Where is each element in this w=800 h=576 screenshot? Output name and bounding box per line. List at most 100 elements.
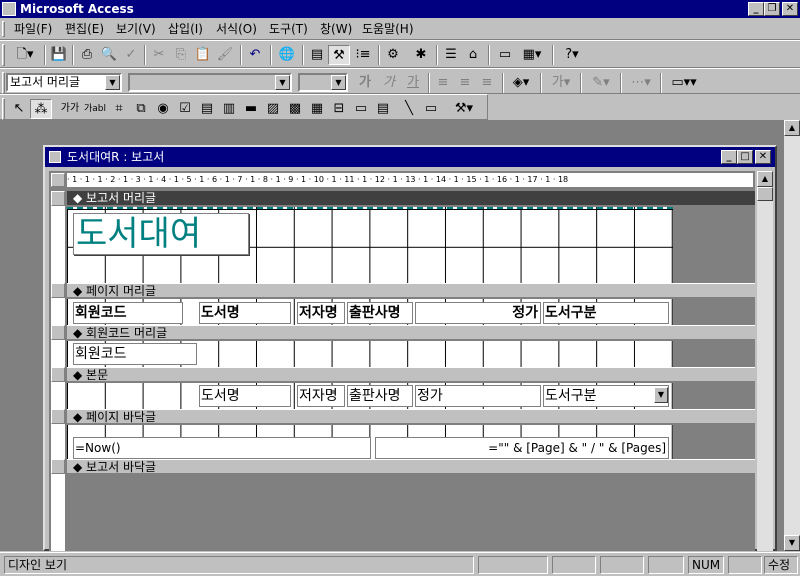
new-object-icon[interactable]: ▦▾	[516, 45, 548, 65]
header-label-member-code[interactable]: 회원코드	[73, 302, 183, 324]
tab-control-icon[interactable]: ▭	[350, 99, 372, 119]
report-vertical-scrollbar[interactable]: ▲	[757, 171, 773, 551]
section-selector[interactable]	[51, 191, 65, 206]
scroll-up-icon[interactable]: ▲	[784, 120, 800, 136]
menu-format[interactable]: 서식(O)	[214, 21, 259, 37]
line-icon[interactable]: ╲	[398, 99, 420, 119]
view-icon[interactable]: 🗋▾	[8, 45, 42, 65]
spelling-icon[interactable]: ✓	[120, 45, 142, 65]
font-color-icon[interactable]: 가▾	[546, 73, 576, 93]
combo-box-icon[interactable]: ▤	[196, 99, 218, 119]
chevron-down-icon[interactable]: ▼	[331, 75, 346, 90]
select-objects-icon[interactable]: ↖	[8, 99, 30, 119]
textbox-tool[interactable]: 가abl	[82, 99, 108, 119]
cut-icon[interactable]: ✂	[148, 45, 170, 65]
rectangle-icon[interactable]: ▭	[420, 99, 442, 119]
doc-close-icon[interactable]: ✕	[755, 150, 771, 164]
help-icon[interactable]: ?▾	[556, 45, 588, 65]
doc-maximize-icon[interactable]: □	[737, 150, 753, 164]
subform-icon[interactable]: ▤	[372, 99, 394, 119]
toolbar-grip[interactable]	[2, 98, 5, 120]
menu-tools[interactable]: 도구(T)	[267, 21, 310, 37]
header-label-book-name[interactable]: 도서명	[199, 302, 291, 324]
doc-minimize-icon[interactable]: _	[721, 150, 737, 164]
detail-field-book-name[interactable]: 도서명	[199, 385, 291, 407]
horizontal-ruler[interactable]: · 1 · 1 · 1 · 2 · 1 · 3 · 1 · 4 · 1 · 5 …	[67, 173, 753, 187]
toggle-button-icon[interactable]: ⧉	[130, 99, 152, 119]
properties-icon[interactable]: ☰	[440, 45, 462, 65]
object-combo[interactable]: 보고서 머리글 ▼	[6, 73, 122, 92]
option-group-icon[interactable]: ⌗	[108, 99, 130, 119]
bound-object-icon[interactable]: ▦	[306, 99, 328, 119]
format-painter-icon[interactable]: 🖌	[214, 45, 236, 65]
toolbox-icon[interactable]: ⚒	[328, 45, 350, 65]
chevron-down-icon[interactable]: ▼	[275, 75, 290, 90]
print-icon[interactable]: ⎙	[76, 45, 98, 65]
align-center-icon[interactable]: ≡	[454, 73, 476, 93]
section-selector[interactable]	[51, 325, 65, 340]
section-page-footer[interactable]: ◆ 페이지 바닥글	[67, 409, 755, 424]
line-color-icon[interactable]: ✎▾	[586, 73, 616, 93]
align-left-icon[interactable]: ≡	[432, 73, 454, 93]
scroll-thumb[interactable]	[757, 187, 773, 201]
menu-grip[interactable]	[2, 21, 5, 37]
header-label-publisher[interactable]: 출판사명	[347, 302, 413, 324]
chevron-down-icon[interactable]: ▼	[654, 387, 668, 403]
page-break-icon[interactable]: ⊟	[328, 99, 350, 119]
footer-page-field[interactable]: ="" & [Page] & " / " & [Pages]	[375, 437, 669, 459]
footer-now-field[interactable]: =Now()	[73, 437, 371, 459]
font-combo[interactable]: ▼	[128, 73, 292, 92]
header-label-price[interactable]: 정가	[415, 302, 541, 324]
unbound-object-icon[interactable]: ▩	[284, 99, 306, 119]
option-button-icon[interactable]: ◉	[152, 99, 174, 119]
menu-help[interactable]: 도움말(H)	[360, 21, 416, 37]
align-right-icon[interactable]: ≡	[476, 73, 498, 93]
autoformat-icon[interactable]: ⚙	[382, 45, 404, 65]
print-preview-icon[interactable]: 🔍	[98, 45, 120, 65]
report-selector[interactable]	[51, 173, 65, 187]
section-selector[interactable]	[51, 409, 65, 424]
section-selector[interactable]	[51, 283, 65, 298]
font-size-combo[interactable]: ▼	[298, 73, 348, 92]
close-icon[interactable]: ✕	[782, 2, 798, 16]
sorting-grouping-icon[interactable]: ⁝≡	[352, 45, 374, 65]
image-icon[interactable]: ▨	[262, 99, 284, 119]
scroll-down-icon[interactable]: ▼	[784, 535, 800, 551]
paste-icon[interactable]: 📋	[192, 45, 214, 65]
header-label-book-type[interactable]: 도서구분	[543, 302, 669, 324]
check-box-icon[interactable]: ☑	[174, 99, 196, 119]
more-controls-icon[interactable]: ⚒▾	[444, 99, 484, 119]
special-effect-icon[interactable]: ▭▾▾	[664, 73, 704, 93]
database-window-icon[interactable]: ▭	[494, 45, 516, 65]
bold-button[interactable]: 가	[354, 73, 376, 93]
menu-view[interactable]: 보기(V)	[114, 21, 158, 37]
control-wizards-icon[interactable]: ⁂	[30, 99, 52, 119]
section-selector[interactable]	[51, 459, 65, 474]
underline-button[interactable]: 가	[402, 73, 424, 93]
italic-button[interactable]: 가	[378, 73, 400, 93]
section-report-header[interactable]: ◆ 보고서 머리글	[67, 191, 755, 206]
header-label-author[interactable]: 저자명	[297, 302, 345, 324]
detail-field-book-type[interactable]: 도서구분 ▼	[543, 385, 669, 407]
section-page-header[interactable]: ◆ 페이지 머리글	[67, 283, 755, 298]
detail-field-publisher[interactable]: 출판사명	[347, 385, 413, 407]
command-button-icon[interactable]: ▬	[240, 99, 262, 119]
chevron-down-icon[interactable]: ▼	[105, 75, 120, 90]
code-icon[interactable]: ✱	[410, 45, 432, 65]
group-member-code-field[interactable]: 회원코드	[73, 343, 197, 365]
save-icon[interactable]: 💾	[48, 45, 70, 65]
label-tool[interactable]: 가가	[58, 99, 82, 119]
menu-edit[interactable]: 편집(E)	[63, 21, 106, 37]
detail-field-price[interactable]: 정가	[415, 385, 541, 407]
menu-file[interactable]: 파일(F)	[12, 21, 54, 37]
scroll-up-icon[interactable]: ▲	[757, 171, 773, 187]
section-detail[interactable]: ◆ 본문	[67, 367, 755, 382]
list-box-icon[interactable]: ▥	[218, 99, 240, 119]
minimize-icon[interactable]: _	[748, 2, 764, 16]
report-title-label[interactable]: 도서대여	[73, 213, 249, 255]
hyperlink-icon[interactable]: 🌐	[276, 45, 298, 65]
access-app-icon[interactable]	[2, 2, 16, 16]
build-icon[interactable]: ⌂	[462, 45, 484, 65]
copy-icon[interactable]: ⎘	[170, 45, 192, 65]
restore-icon[interactable]: ❐	[764, 2, 780, 16]
